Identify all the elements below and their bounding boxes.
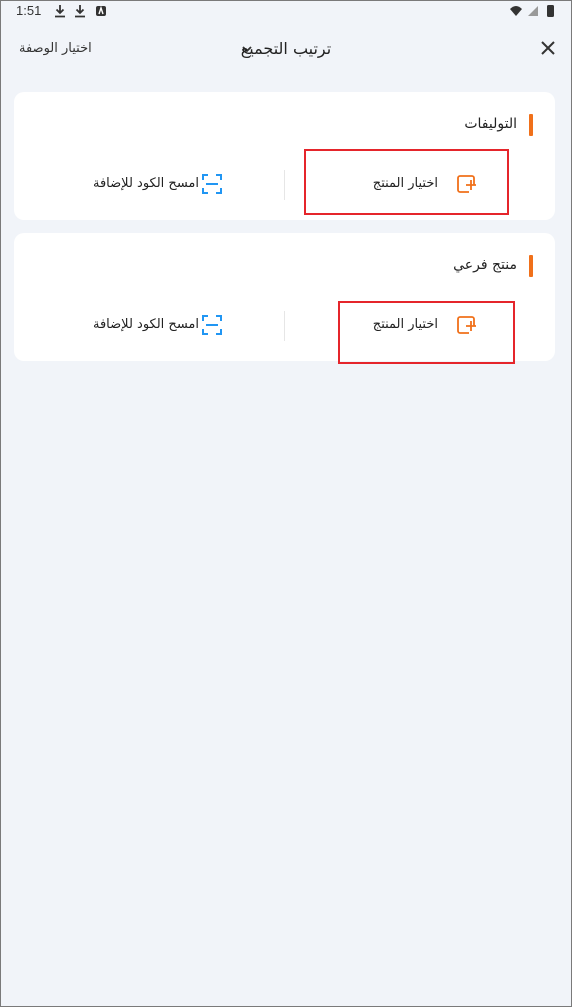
highlight-box bbox=[304, 149, 509, 215]
highlight-box bbox=[338, 301, 515, 364]
download-icon bbox=[55, 5, 65, 18]
scan-to-add-button[interactable]: امسح الكود للإضافة bbox=[54, 170, 254, 200]
battery-icon bbox=[547, 5, 554, 17]
title-wrap: ترتيب التجميع bbox=[1, 39, 571, 58]
divider bbox=[284, 311, 285, 341]
download-icon bbox=[75, 5, 85, 18]
section-accent-bar bbox=[529, 114, 533, 136]
wifi-icon bbox=[510, 6, 522, 16]
scan-icon bbox=[202, 315, 222, 335]
close-icon[interactable] bbox=[539, 39, 557, 57]
app-frame: 1:51 اختيار الوصفة ترتيب التجميع التوليف… bbox=[0, 0, 572, 1007]
header: اختيار الوصفة ترتيب التجميع bbox=[1, 23, 571, 73]
status-bar: 1:51 bbox=[1, 1, 571, 23]
scan-icon bbox=[202, 174, 222, 194]
signal-icon bbox=[528, 6, 538, 16]
page-title[interactable]: ترتيب التجميع bbox=[241, 39, 331, 58]
section-title: منتج فرعي bbox=[453, 257, 517, 273]
scan-to-add-label: امسح الكود للإضافة bbox=[93, 317, 199, 332]
scan-to-add-label: امسح الكود للإضافة bbox=[93, 176, 199, 191]
section-accent-bar bbox=[529, 255, 533, 277]
scan-to-add-button[interactable]: امسح الكود للإضافة bbox=[54, 311, 254, 341]
status-time: 1:51 bbox=[16, 3, 42, 18]
divider bbox=[284, 170, 285, 200]
app-icon bbox=[96, 5, 106, 16]
section-title: التوليفات bbox=[464, 116, 517, 132]
